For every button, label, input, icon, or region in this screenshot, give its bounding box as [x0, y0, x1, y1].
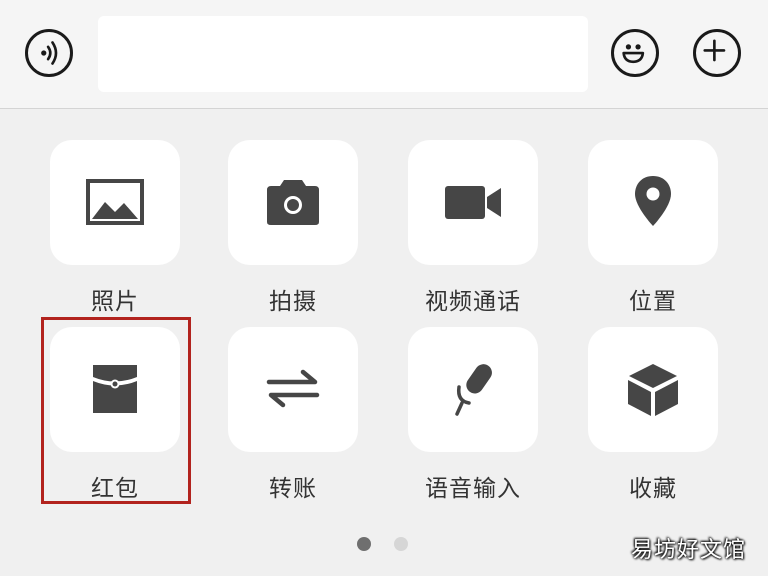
page-dot-active[interactable]	[357, 537, 371, 551]
location-pin-icon	[635, 176, 671, 226]
video-call-icon-box[interactable]	[408, 140, 538, 265]
more-functions-button[interactable]	[693, 29, 741, 77]
camera-icon-box[interactable]	[228, 140, 358, 265]
watermark-text: 易坊好文馆	[630, 538, 746, 563]
image-icon	[86, 179, 144, 225]
cube-icon	[628, 364, 678, 416]
page-dot-inactive[interactable]	[394, 537, 408, 551]
voice-wave-icon	[41, 41, 58, 65]
page-indicator	[355, 537, 415, 551]
video-camera-icon	[445, 186, 501, 219]
favorites-label: 收藏	[629, 476, 677, 502]
voice-input-tile[interactable]: 语音输入	[408, 327, 538, 517]
red-packet-label: 红包	[91, 476, 139, 502]
transfer-arrows-icon	[266, 369, 320, 408]
camera-tile[interactable]: 拍摄	[228, 140, 358, 330]
favorites-icon-box[interactable]	[588, 327, 718, 452]
plus-circle-icon	[703, 39, 726, 62]
red-packet-icon	[93, 365, 137, 413]
emoji-button[interactable]	[611, 29, 659, 77]
red-packet-icon-box[interactable]	[50, 327, 180, 452]
transfer-label: 转账	[269, 476, 317, 502]
photo-icon-box[interactable]	[50, 140, 180, 265]
camera-label: 拍摄	[269, 289, 317, 315]
video-call-tile[interactable]: 视频通话	[408, 140, 538, 330]
location-icon-box[interactable]	[588, 140, 718, 265]
voice-input-icon-box[interactable]	[408, 327, 538, 452]
smiley-face-icon	[622, 44, 645, 64]
favorites-tile[interactable]: 收藏	[588, 327, 718, 517]
photo-tile[interactable]: 照片	[50, 140, 180, 330]
red-packet-tile[interactable]: 红包	[50, 327, 180, 517]
camera-icon	[267, 180, 319, 225]
voice-input-label: 语音输入	[425, 476, 521, 502]
transfer-tile[interactable]: 转账	[228, 327, 358, 517]
transfer-icon-box[interactable]	[228, 327, 358, 452]
location-tile[interactable]: 位置	[588, 140, 718, 330]
message-input[interactable]	[98, 16, 588, 92]
voice-input-button[interactable]	[25, 29, 73, 77]
location-label: 位置	[629, 289, 677, 315]
microphone-icon	[455, 364, 492, 416]
chat-input-bar	[0, 0, 768, 109]
video-call-label: 视频通话	[425, 289, 521, 315]
photo-label: 照片	[91, 289, 139, 315]
